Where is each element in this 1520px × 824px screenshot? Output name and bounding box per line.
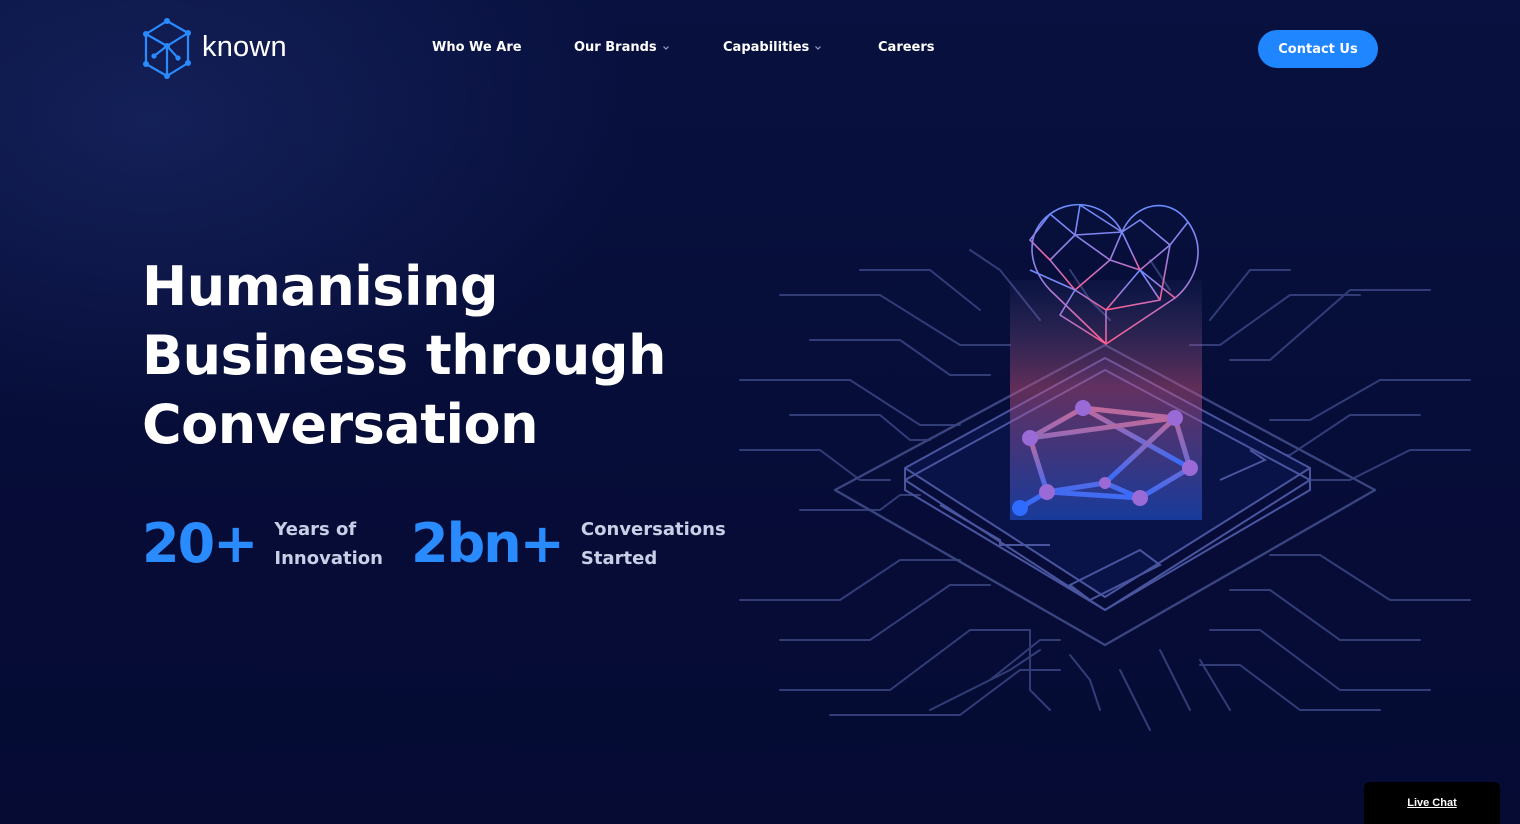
nav-label: Capabilities: [723, 40, 810, 55]
circuit-chip-heart-illustration: [739, 203, 1471, 731]
headline-line: Business through: [142, 324, 666, 387]
cube-network-icon: [143, 18, 191, 79]
stat-label: Conversations Started: [581, 515, 726, 573]
brand-logo[interactable]: known: [142, 18, 287, 80]
headline-line: Conversation: [142, 393, 539, 456]
stat-label: Years of Innovation: [274, 515, 383, 573]
brand-name: known: [202, 30, 287, 63]
headline-line: Humanising: [142, 255, 499, 318]
contact-us-button[interactable]: Contact Us: [1258, 30, 1378, 68]
stat-label-line: Conversations: [580, 519, 726, 540]
nav-capabilities[interactable]: Capabilities: [723, 37, 822, 59]
chevron-down-icon: [662, 46, 669, 50]
live-chat-button[interactable]: Live Chat: [1364, 782, 1500, 824]
stat-label-line: Started: [580, 548, 658, 569]
page: known Who We Are Our Brands Capabilities…: [0, 0, 1520, 824]
nav-careers[interactable]: Careers: [878, 37, 935, 59]
nav-label: Our Brands: [574, 40, 657, 55]
chevron-down-icon: [815, 46, 822, 50]
stat-label-line: Innovation: [274, 548, 383, 569]
stat-conversations: 2bn+ Conversations Started: [411, 512, 726, 576]
stat-value: 2bn+: [411, 512, 565, 575]
nav-label: Careers: [878, 40, 935, 55]
stat-years: 20+ Years of Innovation: [142, 512, 383, 576]
stat-label-line: Years of: [274, 519, 357, 540]
nav-who-we-are[interactable]: Who We Are: [432, 37, 522, 59]
nav-our-brands[interactable]: Our Brands: [574, 37, 670, 59]
stat-value: 20+: [142, 512, 258, 575]
hero-headline: Humanising Business through Conversation: [142, 252, 666, 459]
nav-label: Who We Are: [432, 40, 522, 55]
